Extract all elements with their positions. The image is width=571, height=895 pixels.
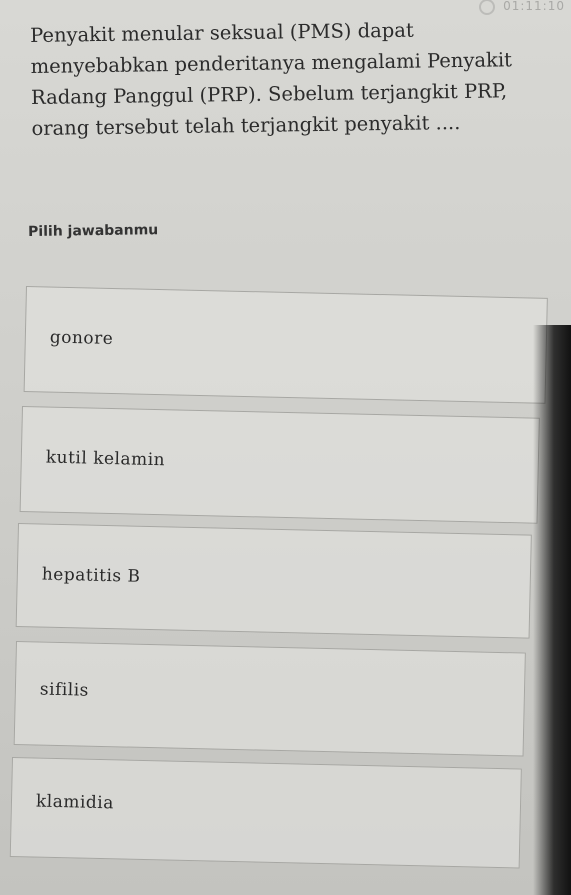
answer-option-sifilis[interactable]: sifilis (13, 641, 526, 757)
answer-option-label: klamidia (35, 791, 115, 814)
answer-option-label: hepatitis B (41, 564, 141, 587)
screen-edge-shadow (533, 325, 571, 895)
answer-option-label: sifilis (39, 679, 90, 701)
answer-option-label: kutil kelamin (45, 447, 166, 471)
answer-option-label: gonore (49, 327, 114, 349)
question-text: Penyakit menular seksual (PMS) dapat men… (30, 18, 513, 140)
answer-option-gonore[interactable]: gonore (23, 286, 548, 404)
answer-option-kutil-kelamin[interactable]: kutil kelamin (19, 406, 540, 524)
answer-option-hepatitis-b[interactable]: hepatitis B (15, 523, 532, 639)
timer-text: 01:11:10 (503, 0, 565, 13)
answer-prompt: Pilih jawabanmu (28, 222, 159, 240)
answer-option-klamidia[interactable]: klamidia (9, 757, 522, 869)
